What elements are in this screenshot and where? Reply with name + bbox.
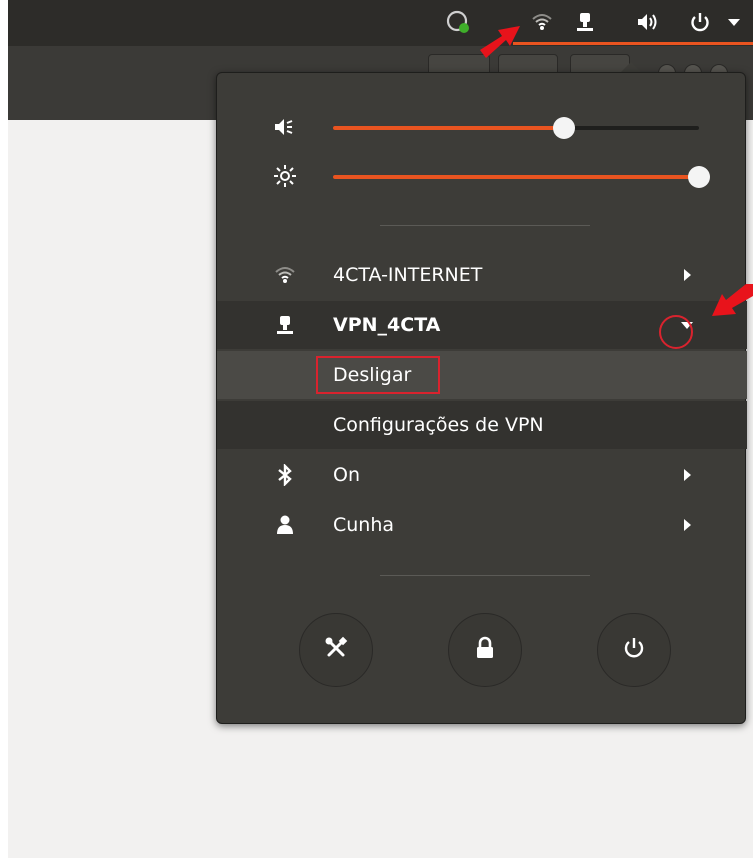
volume-low-icon: [273, 115, 297, 139]
vpn-lock-icon[interactable]: [571, 8, 599, 36]
volume-icon[interactable]: [634, 8, 662, 36]
brightness-slider-row[interactable]: [217, 156, 747, 196]
brightness-slider-handle[interactable]: [688, 166, 710, 188]
menu-item-label: 4CTA-INTERNET: [333, 264, 483, 286]
vpn-lock-icon: [273, 313, 297, 337]
annotation-box: [316, 356, 440, 394]
top-panel: [8, 0, 753, 46]
menu-item-user[interactable]: Cunha: [217, 501, 747, 549]
lock-icon: [474, 636, 496, 664]
volume-slider-fill: [333, 126, 564, 130]
brightness-icon: [273, 164, 297, 188]
volume-slider-row[interactable]: [217, 107, 747, 147]
menu-item-label: Cunha: [333, 514, 395, 536]
lock-button[interactable]: [448, 613, 522, 687]
skype-icon[interactable]: [444, 8, 472, 36]
brightness-slider-fill: [333, 175, 699, 179]
menu-item-vpn-settings[interactable]: Configurações de VPN: [217, 401, 747, 449]
brightness-slider-track[interactable]: [333, 166, 710, 188]
menu-separator: [380, 225, 590, 226]
annotation-arrow: [712, 284, 753, 316]
power-icon: [622, 636, 646, 664]
system-menu: 4CTA-INTERNET VPN_4CTA Desligar Configur…: [216, 72, 747, 724]
settings-button[interactable]: [299, 613, 373, 687]
power-off-button[interactable]: [597, 613, 671, 687]
bluetooth-icon: [273, 463, 297, 487]
tray-active-indicator: [513, 42, 753, 45]
menu-item-label: On: [333, 464, 360, 486]
annotation-circle: [659, 315, 693, 349]
tools-icon: [323, 635, 349, 665]
volume-slider-handle[interactable]: [552, 117, 575, 139]
chevron-right-icon: [679, 517, 695, 533]
user-icon: [273, 513, 297, 537]
chevron-right-icon: [679, 467, 695, 483]
menu-item-label: VPN_4CTA: [333, 314, 441, 336]
volume-slider-track[interactable]: [333, 117, 699, 139]
chevron-right-icon: [679, 267, 695, 283]
wifi-icon: [273, 263, 297, 287]
annotation-arrow: [480, 26, 520, 58]
menu-item-wifi[interactable]: 4CTA-INTERNET: [217, 251, 747, 299]
chevron-down-icon[interactable]: [720, 8, 748, 36]
menu-item-disconnect[interactable]: Desligar: [217, 351, 747, 399]
menu-item-bluetooth[interactable]: On: [217, 451, 747, 499]
screenshot-margin: [0, 0, 8, 858]
menu-item-label: Configurações de VPN: [333, 414, 544, 436]
wifi-icon[interactable]: [528, 8, 556, 36]
menu-separator: [380, 575, 590, 576]
power-icon[interactable]: [686, 8, 714, 36]
